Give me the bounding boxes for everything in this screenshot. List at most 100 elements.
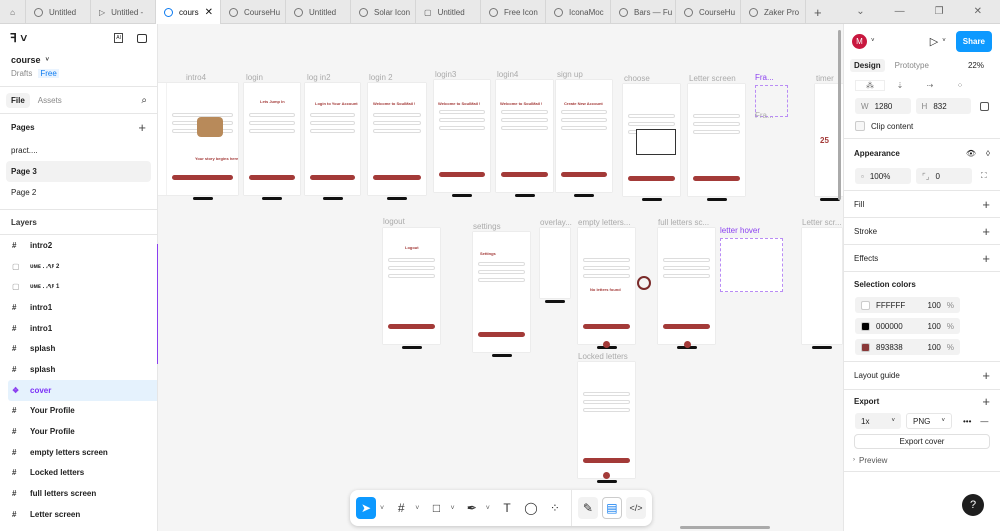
corner-radius-field[interactable]: ⌜⌟ 0: [916, 168, 972, 184]
layer-item[interactable]: # Letter screen: [0, 504, 157, 525]
add-stroke-icon[interactable]: +: [982, 224, 990, 239]
tab-prototype[interactable]: Prototype: [895, 61, 929, 70]
tab[interactable]: Solar Icon: [351, 0, 416, 24]
close-window-icon[interactable]: ✕: [974, 6, 982, 17]
add-page-icon[interactable]: +: [138, 120, 146, 135]
ai-icon[interactable]: AI: [114, 33, 123, 43]
design-mode[interactable]: ▤: [601, 497, 623, 519]
chevron-down-icon[interactable]: ˅: [942, 38, 946, 44]
chevron-down-icon[interactable]: ˅: [871, 38, 875, 44]
layer-item[interactable]: ❖ cover: [8, 379, 157, 401]
vertical-scrollbar[interactable]: [838, 30, 841, 200]
color-swatch[interactable]: [861, 321, 870, 331]
tab-assets[interactable]: Assets: [38, 96, 62, 105]
search-icon[interactable]: ⌕: [141, 95, 147, 106]
eye-icon[interactable]: 👁: [966, 149, 976, 158]
layer-item[interactable]: # intro1: [0, 297, 157, 318]
blend-drop-icon[interactable]: ◊: [986, 149, 990, 158]
page-item-selected[interactable]: Page 3: [6, 161, 151, 182]
tab-file[interactable]: File: [6, 92, 30, 108]
figma-menu-icon[interactable]: ꟻ ˅: [10, 31, 27, 45]
tab[interactable]: CourseHu: [676, 0, 741, 24]
share-button[interactable]: Share: [955, 30, 992, 52]
new-tab-button[interactable]: +: [806, 0, 830, 24]
text-tool[interactable]: T: [497, 497, 517, 519]
align-horizontal-icon[interactable]: ⇢: [915, 81, 945, 90]
auto-layout-icon[interactable]: ⁂: [855, 79, 885, 91]
layer-item[interactable]: # splash: [0, 338, 157, 359]
clip-content-checkbox[interactable]: [855, 121, 865, 131]
tab[interactable]: Zaker Pro: [741, 0, 806, 24]
tab[interactable]: ▷ Untitled -: [91, 0, 156, 24]
add-fill-icon[interactable]: +: [982, 197, 990, 212]
layer-item[interactable]: # Your Profile: [0, 401, 157, 422]
layer-item[interactable]: # intro1: [0, 318, 157, 339]
horizontal-scrollbar[interactable]: [680, 526, 770, 529]
tab[interactable]: ▢ Untitled: [416, 0, 481, 24]
layer-item[interactable]: # Locked letters: [0, 463, 157, 484]
draw-mode[interactable]: ✎: [577, 497, 598, 519]
layer-item[interactable]: ▢ ᴜᴍᴇ . ،۹۶ 1: [0, 276, 157, 297]
file-name[interactable]: course ˅: [11, 55, 146, 65]
color-swatch[interactable]: [861, 342, 870, 352]
resize-to-fit-icon[interactable]: [980, 101, 989, 111]
help-button[interactable]: ?: [962, 494, 984, 516]
tab-design[interactable]: Design: [850, 58, 885, 72]
chevron-down-icon[interactable]: ˅: [486, 505, 493, 512]
layer-item[interactable]: # full letters screen: [0, 483, 157, 504]
home-tab[interactable]: ⌂: [0, 0, 26, 24]
height-field[interactable]: H 832: [915, 98, 972, 114]
file-location[interactable]: Drafts: [11, 69, 32, 78]
present-play-icon[interactable]: ▷: [930, 35, 938, 48]
tab[interactable]: Bars — Fu: [611, 0, 676, 24]
grid-icon[interactable]: ⁘: [945, 81, 975, 90]
page-item[interactable]: Page 2: [0, 182, 157, 203]
add-layout-guide-icon[interactable]: +: [982, 368, 990, 383]
pen-tool[interactable]: ✒: [462, 497, 482, 519]
independent-corners-icon[interactable]: ⛶: [981, 171, 987, 181]
more-options-icon[interactable]: •••: [963, 417, 971, 426]
chevron-down-icon[interactable]: ˅: [450, 505, 457, 512]
layer-item[interactable]: ▢ ᴜᴍᴇ . ،۹۶ 2: [0, 256, 157, 277]
page-item[interactable]: pract....: [0, 140, 157, 161]
avatar[interactable]: M: [852, 33, 867, 49]
move-tool[interactable]: ➤: [356, 497, 376, 519]
shape-tool[interactable]: □: [427, 497, 447, 519]
layer-item[interactable]: # splash: [0, 359, 157, 380]
align-vertical-icon[interactable]: ⇣: [885, 81, 915, 90]
layer-item[interactable]: # empty letters screen: [0, 442, 157, 463]
add-export-icon[interactable]: +: [982, 394, 990, 409]
layer-item[interactable]: # intro2: [0, 235, 157, 256]
preview-toggle[interactable]: › Preview: [844, 449, 1000, 471]
comment-tool[interactable]: ◯: [521, 497, 541, 519]
tab-active[interactable]: cours ✕: [156, 0, 221, 24]
export-button[interactable]: Export cover: [854, 434, 990, 449]
tab[interactable]: Free Icon: [481, 0, 546, 24]
tab[interactable]: CourseHu: [221, 0, 286, 24]
minimize-icon[interactable]: —: [895, 6, 905, 17]
chevron-down-icon[interactable]: ˅: [415, 505, 422, 512]
restore-icon[interactable]: ❐: [935, 6, 944, 17]
add-effect-icon[interactable]: +: [982, 251, 990, 266]
selection-color-row[interactable]: 000000 100%: [855, 318, 960, 334]
selection-color-row[interactable]: FFFFFF 100%: [855, 297, 960, 313]
tab[interactable]: Untitled: [286, 0, 351, 24]
opacity-field[interactable]: ▫ 100%: [855, 168, 911, 184]
layer-item[interactable]: # Your Profile: [0, 421, 157, 442]
width-field[interactable]: W 1280: [855, 98, 911, 114]
design-canvas[interactable]: intro4 login log in2 login 2 login3 login4 sig…: [158, 24, 843, 531]
chevron-down-icon[interactable]: ˅: [380, 505, 387, 512]
zoom-level[interactable]: 22%: [968, 61, 984, 70]
plan-badge[interactable]: Free: [38, 69, 59, 78]
tab[interactable]: IconaMoc: [546, 0, 611, 24]
actions-tool[interactable]: ⁘: [545, 497, 565, 519]
color-swatch[interactable]: [861, 300, 870, 310]
remove-export-icon[interactable]: —: [980, 417, 988, 426]
export-scale-select[interactable]: 1x ˅: [855, 413, 901, 429]
dev-mode[interactable]: </>: [626, 497, 646, 519]
tab[interactable]: Untitled: [26, 0, 91, 24]
selection-color-row[interactable]: 893838 100%: [855, 339, 960, 355]
export-format-select[interactable]: PNG ˅: [906, 413, 952, 429]
frame-tool[interactable]: #: [391, 497, 411, 519]
sidebar-toggle-icon[interactable]: [137, 33, 147, 43]
